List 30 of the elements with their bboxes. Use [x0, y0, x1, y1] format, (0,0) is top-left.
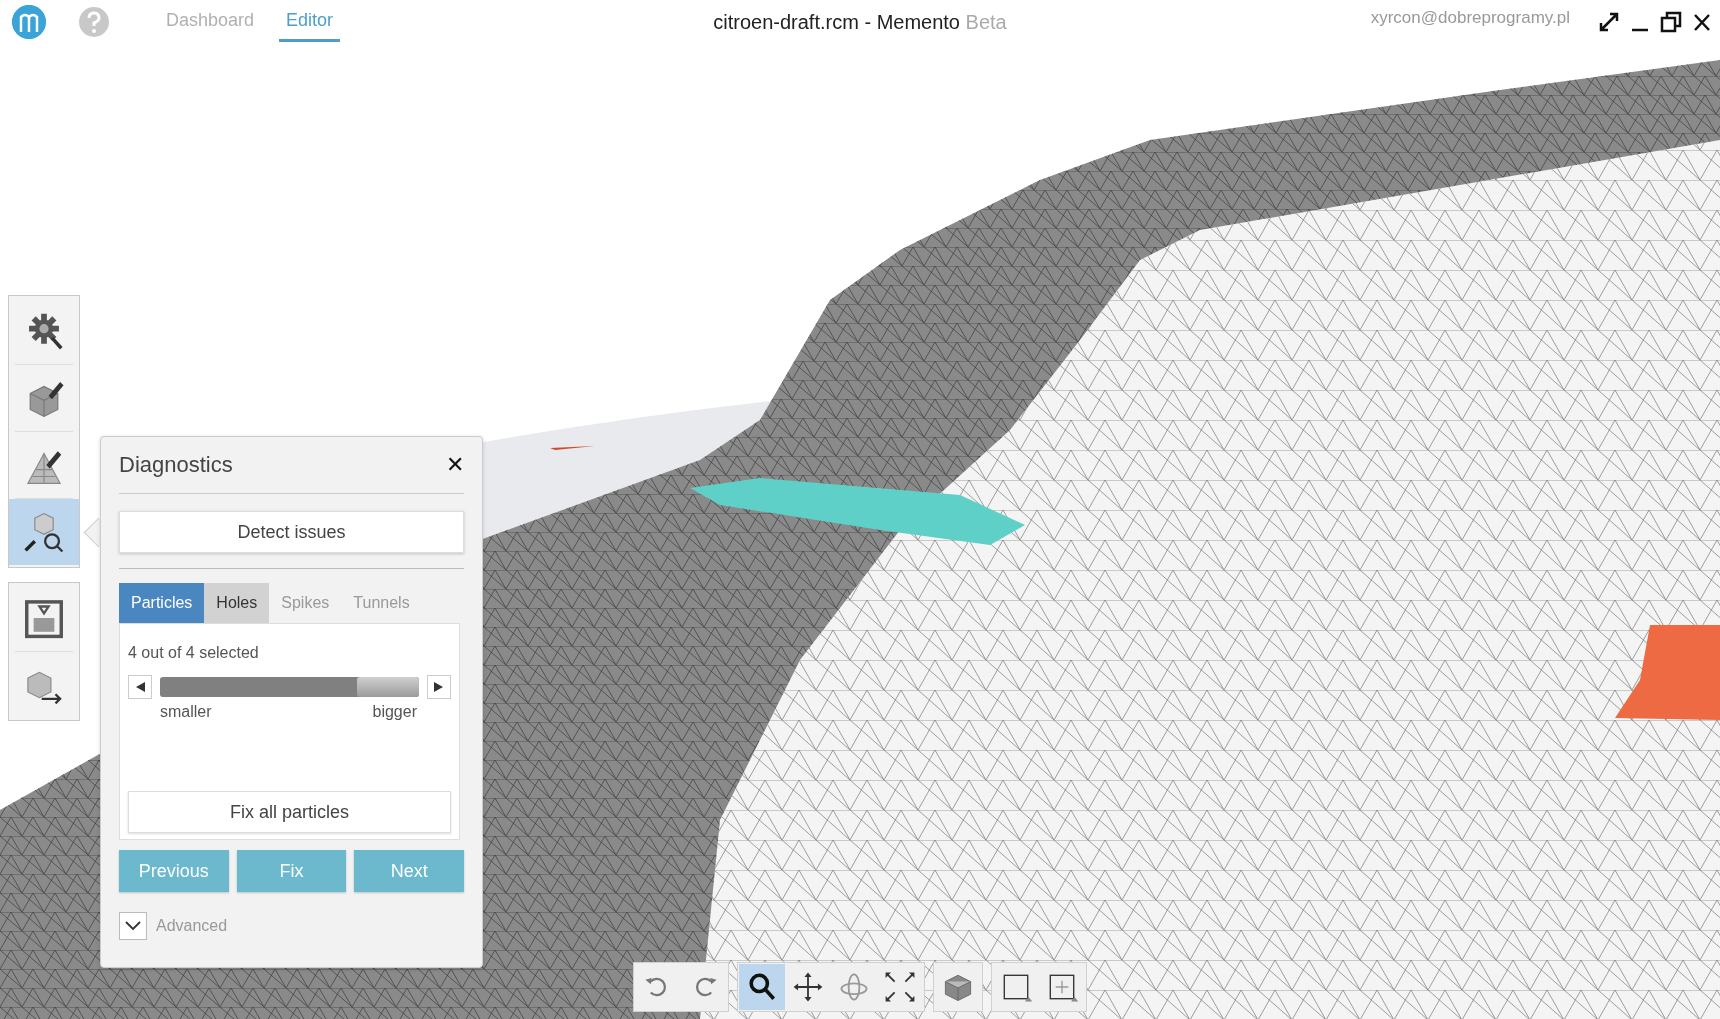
- view-tool-button[interactable]: [739, 964, 785, 1010]
- size-slider[interactable]: [160, 677, 419, 697]
- left-triangle-icon: [134, 681, 146, 693]
- nav-tab[interactable]: Editor: [279, 2, 341, 42]
- advanced-label: Advanced: [156, 917, 228, 935]
- fullscreen-icon[interactable]: [1598, 11, 1620, 33]
- expand-toggle[interactable]: [119, 912, 147, 940]
- action-button[interactable]: Next: [354, 850, 464, 892]
- fix-all-button[interactable]: Fix all particles: [128, 791, 451, 833]
- decrease-button[interactable]: [128, 675, 152, 699]
- slider-max-label: bigger: [372, 703, 417, 721]
- slider-thumb[interactable]: [357, 677, 419, 697]
- user-email[interactable]: xyrcon@dobreprogramy.pl: [1370, 8, 1570, 28]
- detect-issues-button[interactable]: Detect issues: [119, 511, 464, 553]
- restore-icon[interactable]: [1660, 11, 1682, 33]
- increase-button[interactable]: [427, 675, 451, 699]
- selection-summary: 4 out of 4 selected: [128, 644, 260, 662]
- panel-title: Diagnostics: [119, 452, 233, 478]
- nav-tab[interactable]: Dashboard: [159, 2, 262, 42]
- app-logo[interactable]: [12, 5, 46, 39]
- action-button[interactable]: Fix: [236, 850, 347, 892]
- tool-button[interactable]: [9, 499, 79, 565]
- tab[interactable]: Holes: [204, 583, 270, 623]
- slider-min-label: smaller: [160, 703, 212, 721]
- action-button[interactable]: Previous: [119, 850, 229, 892]
- right-triangle-icon: [433, 681, 445, 693]
- tab[interactable]: Particles: [119, 583, 205, 623]
- window-title: citroen-draft.rcm - Memento Beta: [713, 11, 1007, 33]
- chevron-down-icon: [124, 920, 142, 932]
- close-button[interactable]: ✕: [446, 452, 464, 478]
